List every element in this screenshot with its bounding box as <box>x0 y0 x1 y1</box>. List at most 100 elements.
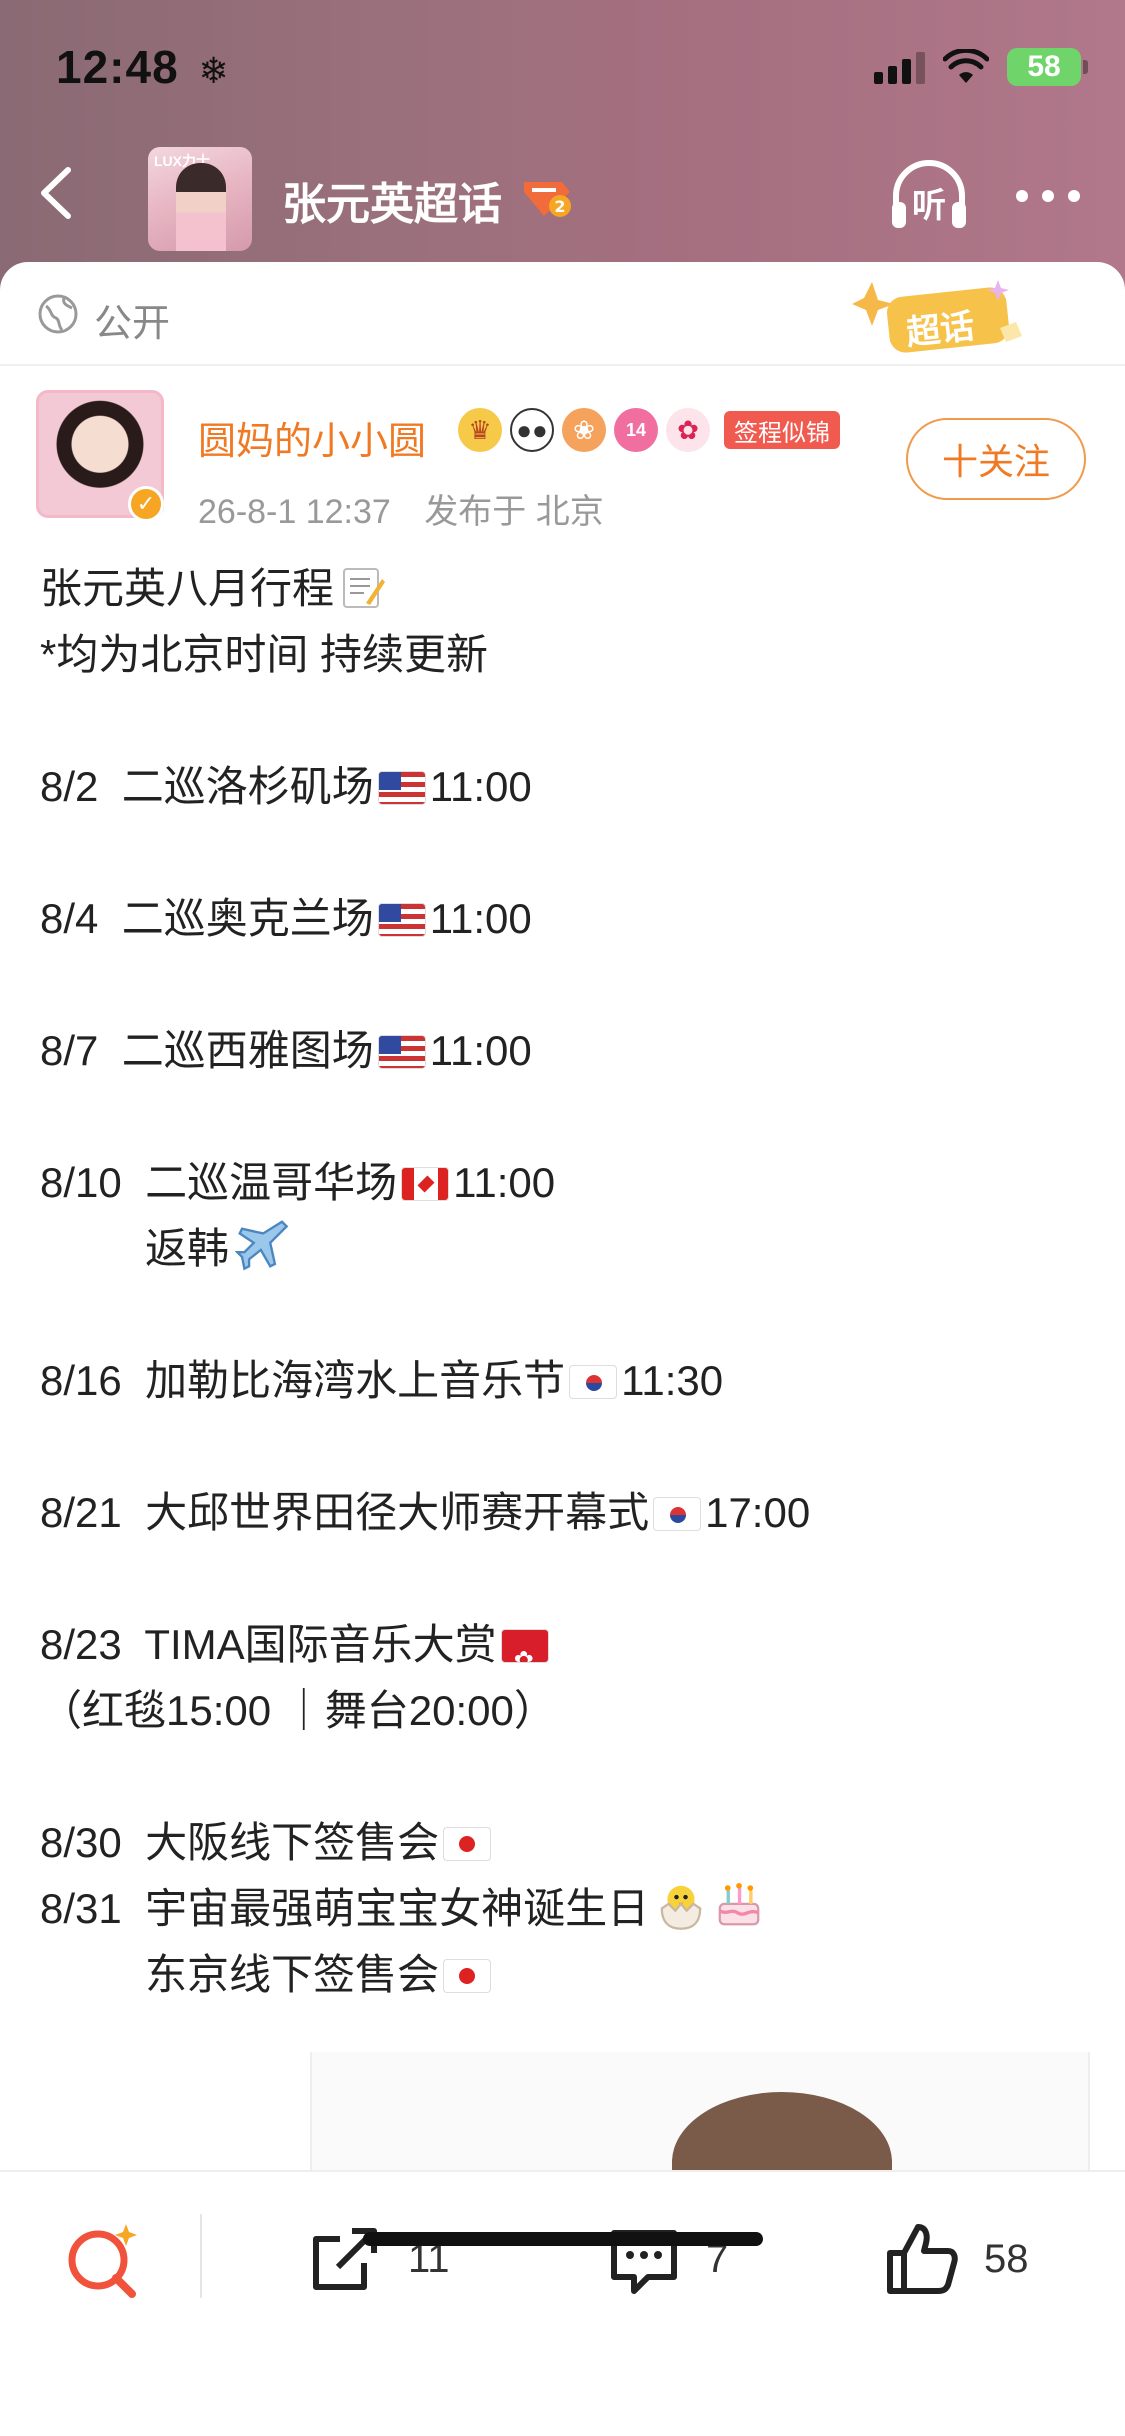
schedule-text: 8/7 二巡西雅图场 <box>40 1027 374 1074</box>
topic-level-icon: 2 <box>524 182 571 217</box>
schedule-item: 8/31 宇宙最强萌宝宝女神诞生日 <box>40 1876 1100 1942</box>
schedule-text: 8/2 二巡洛杉矶场 <box>40 763 374 810</box>
back-icon[interactable] <box>24 158 94 228</box>
signing-tag-badge[interactable]: 签程似锦 <box>724 411 840 449</box>
schedule-item: 8/23 TIMA国际音乐大赏 <box>40 1612 1100 1678</box>
share-icon <box>313 2228 377 2290</box>
post-line-text: *均为北京时间 持续更新 <box>40 631 489 678</box>
schedule-text: 8/10 二巡温哥华场 <box>40 1159 398 1206</box>
hatching-chick-icon <box>660 1885 702 1930</box>
schedule-text: 8/30 大阪线下签售会 <box>40 1819 440 1866</box>
post-date: 26-8-1 12:37 <box>198 493 391 531</box>
schedule-text: 8/21 大邱世界田径大师赛开幕式 <box>40 1489 650 1536</box>
schedule-item: 8/2 二巡洛杉矶场 11:00 <box>40 754 1100 886</box>
snowflake-icon: ❄ <box>198 50 230 91</box>
post-image-figure <box>672 2092 892 2172</box>
korea-flag-icon <box>653 1497 702 1531</box>
schedule-time: 11:30 <box>621 1357 724 1404</box>
topic-title: 张元英超话 <box>282 180 502 229</box>
post-image-preview[interactable] <box>310 2052 1090 2172</box>
japan-flag-icon <box>443 1959 492 1993</box>
post-line-note: *均为北京时间 持续更新 <box>40 622 1100 754</box>
schedule-time: 11:00 <box>429 895 532 942</box>
bottom-action-bar: 11 7 58 <box>0 2170 1125 2436</box>
listen-button[interactable]: 听 <box>886 152 972 238</box>
cellular-signal-icon <box>874 50 925 84</box>
post-body: 张元英八月行程 *均为北京时间 持续更新 8/2 二巡洛杉矶场 11:00 8/4… <box>40 556 1100 2008</box>
author-name[interactable]: 圆妈的小小圆 <box>198 410 426 465</box>
schedule-item: 8/16 加勒比海湾水上音乐节 11:30 <box>40 1348 1100 1480</box>
author-badges: ♛ ●● ❀ 14 ✿ 签程似锦 <box>458 408 840 452</box>
schedule-time: 11:00 <box>429 763 532 810</box>
canada-flag-icon <box>401 1167 450 1201</box>
bar-divider <box>200 2214 202 2298</box>
schedule-time: 11:00 <box>453 1159 556 1206</box>
schedule-item: 返韩 <box>40 1216 1100 1342</box>
schedule-time: 17:00 <box>705 1489 811 1536</box>
like-count: 58 <box>984 2236 1029 2281</box>
schedule-text: 8/4 二巡奥克兰场 <box>40 895 374 942</box>
crown-icon: ♛ <box>458 408 502 452</box>
thumbnail-figure <box>176 163 226 251</box>
home-indicator <box>363 2232 763 2246</box>
listen-label: 听 <box>912 187 946 225</box>
airplane-icon <box>235 1220 289 1271</box>
more-options-icon[interactable] <box>1010 170 1086 220</box>
verified-badge-icon: ✓ <box>128 486 164 522</box>
wifi-icon <box>943 49 989 83</box>
visibility-row: 公开 超话 <box>0 262 1125 366</box>
status-bar: 12:48 ❄ 58 <box>0 0 1125 135</box>
korea-flag-icon <box>569 1365 618 1399</box>
diamond-level-icon: 14 <box>614 408 658 452</box>
us-flag-icon <box>377 1035 426 1069</box>
hong-kong-flag-icon <box>500 1629 549 1663</box>
japan-flag-icon <box>443 1827 492 1861</box>
schedule-item: 8/10 二巡温哥华场 11:00 <box>40 1150 1100 1216</box>
ai-search-icon[interactable] <box>60 2218 146 2304</box>
topic-nav-bar: LUX力士 张元英超话 2 听 <box>0 130 1125 260</box>
schedule-item: 8/7 二巡西雅图场 11:00 <box>40 1018 1100 1150</box>
status-time: 12:48 ❄ <box>56 40 230 94</box>
topic-thumbnail[interactable]: LUX力士 <box>148 147 252 251</box>
post-line-text: 张元英八月行程 <box>40 565 335 612</box>
schedule-time: 11:00 <box>429 1027 532 1074</box>
battery-level: 58 <box>1027 50 1061 83</box>
schedule-item: 东京线下签售会 <box>40 1942 1100 2008</box>
share-button[interactable]: 11 <box>306 2214 450 2304</box>
us-flag-icon <box>377 903 426 937</box>
chaohua-badge-label: 超话 <box>904 307 977 353</box>
post-card: 公开 超话 ✓ 圆妈的小小圆 ♛ ●● ❀ 14 ✿ 签程似锦 26-8-1 1… <box>0 262 1125 2172</box>
schedule-item: （红毯15:00 ｜舞台20:00） <box>40 1678 1100 1810</box>
follow-button[interactable]: 十关注 <box>906 418 1086 500</box>
avatar[interactable]: ✓ <box>36 390 164 530</box>
svg-text:2: 2 <box>554 197 565 216</box>
thumbs-up-icon <box>887 2224 958 2294</box>
post-line-title: 张元英八月行程 <box>40 556 1100 622</box>
schedule-text: 东京线下签售会 <box>40 1951 440 1998</box>
schedule-item: 8/4 二巡奥克兰场 11:00 <box>40 886 1100 1018</box>
schedule-item: 8/21 大邱世界田径大师赛开幕式 17:00 <box>40 1480 1100 1612</box>
fish-icon: ❀ <box>562 408 606 452</box>
panda-icon: ●● <box>510 408 554 452</box>
globe-icon <box>38 294 78 334</box>
diamond-level-text: 14 <box>625 419 647 440</box>
battery-indicator: 58 <box>1007 48 1088 86</box>
memo-icon <box>343 568 386 608</box>
us-flag-icon <box>377 771 426 805</box>
like-button[interactable]: 58 <box>882 2214 1029 2304</box>
post-meta: 26-8-1 12:37 发布于 北京 <box>198 484 604 533</box>
status-indicators: 58 <box>874 48 1088 86</box>
schedule-text: 8/23 TIMA国际音乐大赏 <box>40 1621 497 1668</box>
schedule-text: 返韩 <box>40 1225 230 1272</box>
schedule-text: 8/16 加勒比海湾水上音乐节 <box>40 1357 566 1404</box>
puppy-icon: ✿ <box>666 408 710 452</box>
schedule-text: 8/31 宇宙最强萌宝宝女神诞生日 <box>40 1885 650 1932</box>
visibility-label: 公开 <box>94 303 171 345</box>
schedule-text: （红毯15:00 ｜舞台20:00） <box>40 1687 556 1734</box>
post-location: 发布于 北京 <box>424 493 604 531</box>
status-time-text: 12:48 <box>56 41 179 93</box>
birthday-cake-icon <box>718 1882 760 1926</box>
comment-icon <box>611 2230 677 2294</box>
comment-button[interactable]: 7 <box>604 2214 728 2304</box>
schedule-item: 8/30 大阪线下签售会 <box>40 1810 1100 1876</box>
